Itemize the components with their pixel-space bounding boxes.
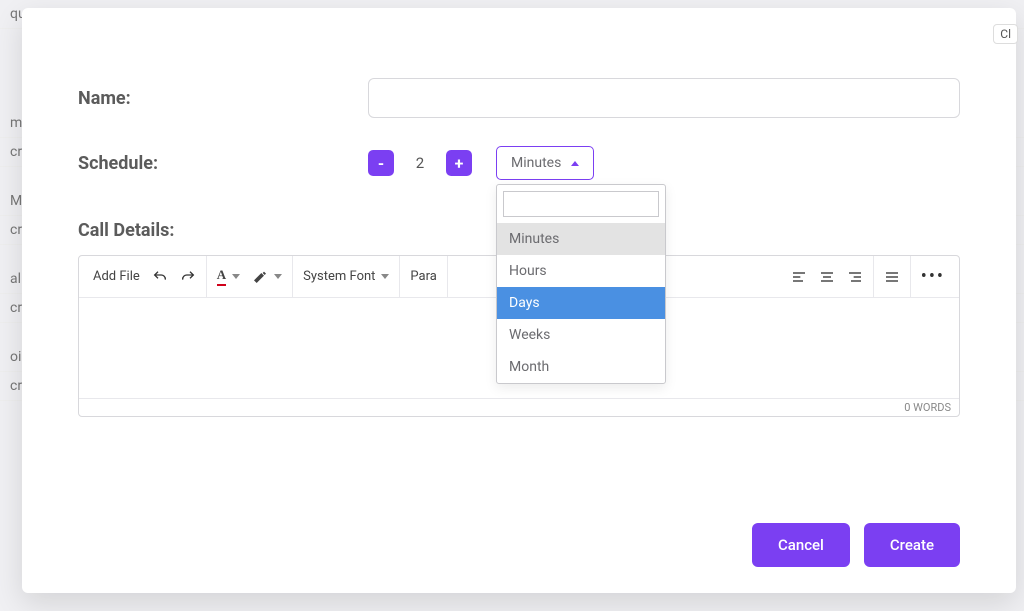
align-justify-icon[interactable] — [884, 269, 900, 285]
decrement-button[interactable]: - — [368, 150, 394, 176]
unit-option-weeks[interactable]: Weeks — [497, 319, 665, 351]
schedule-row: Schedule: - 2 + Minutes Minutes Hours Da… — [78, 146, 960, 180]
font-family-select[interactable]: System Font — [303, 269, 389, 284]
word-count: 0 WORDS — [79, 398, 959, 416]
highlight-button[interactable] — [252, 269, 282, 285]
name-label: Name: — [78, 88, 368, 109]
unit-option-days[interactable]: Days — [497, 287, 665, 319]
unit-option-minutes[interactable]: Minutes — [497, 223, 665, 255]
chevron-down-icon — [381, 274, 389, 279]
redo-icon[interactable] — [180, 269, 196, 285]
block-format-label: Para — [410, 269, 436, 284]
unit-selected-label: Minutes — [511, 155, 561, 171]
caret-up-icon — [571, 161, 579, 166]
text-color-a-icon: A — [217, 267, 226, 286]
add-file-button[interactable]: Add File — [93, 269, 140, 284]
align-left-icon[interactable] — [791, 269, 807, 285]
schedule-controls: - 2 + Minutes Minutes Hours Days Weeks M… — [368, 146, 594, 180]
text-color-button[interactable]: A — [217, 267, 240, 286]
chevron-down-icon — [274, 274, 282, 279]
modal-actions: Cancel Create — [752, 523, 960, 567]
unit-select-button[interactable]: Minutes — [496, 146, 594, 180]
schedule-label: Schedule: — [78, 153, 368, 174]
name-input[interactable] — [368, 78, 960, 118]
unit-select: Minutes Minutes Hours Days Weeks Month — [496, 146, 594, 180]
unit-search-input[interactable] — [503, 191, 659, 217]
schedule-value: 2 — [404, 154, 436, 172]
font-family-label: System Font — [303, 269, 375, 284]
align-right-icon[interactable] — [847, 269, 863, 285]
chevron-down-icon — [232, 274, 240, 279]
create-button[interactable]: Create — [864, 523, 960, 567]
cancel-button[interactable]: Cancel — [752, 523, 850, 567]
increment-button[interactable]: + — [446, 150, 472, 176]
block-format-select[interactable]: Para — [410, 269, 436, 284]
undo-icon[interactable] — [152, 269, 168, 285]
unit-dropdown: Minutes Hours Days Weeks Month — [496, 184, 666, 384]
unit-option-hours[interactable]: Hours — [497, 255, 665, 287]
close-button[interactable]: Cl — [993, 24, 1018, 44]
align-center-icon[interactable] — [819, 269, 835, 285]
unit-option-month[interactable]: Month — [497, 351, 665, 383]
name-row: Name: — [78, 78, 960, 118]
modal-dialog: Cl Name: Schedule: - 2 + Minutes Minutes… — [22, 8, 1016, 593]
more-menu-icon[interactable]: ••• — [921, 266, 945, 287]
